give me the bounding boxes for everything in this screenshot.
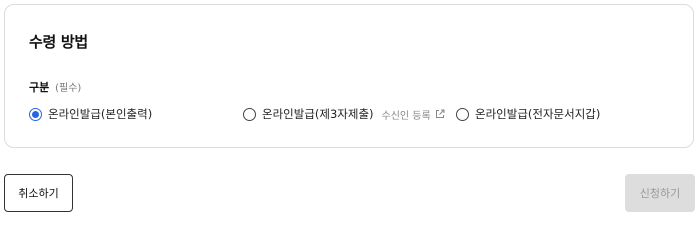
radio-button-self-print[interactable] — [29, 107, 42, 121]
field-label-text: 구분 — [29, 81, 50, 94]
radio-label-e-wallet: 온라인발급(전자문서지갑) — [475, 107, 601, 121]
cancel-button[interactable]: 취소하기 — [4, 174, 73, 212]
radio-button-third-party[interactable] — [243, 107, 256, 121]
radio-option-self-print[interactable]: 온라인발급(본인출력) — [29, 106, 152, 122]
register-recipient-label: 수신인 등록 — [381, 110, 431, 122]
radio-option-e-wallet[interactable]: 온라인발급(전자문서지갑) — [456, 106, 600, 122]
register-recipient-link[interactable]: 수신인 등록 — [382, 107, 445, 122]
section-title: 수령 방법 — [29, 33, 88, 51]
field-label: 구분 (필수) — [29, 79, 81, 95]
required-tag: (필수) — [55, 83, 82, 94]
external-link-icon — [435, 109, 445, 118]
radio-label-self-print: 온라인발급(본인출력) — [48, 107, 153, 121]
receipt-method-card: 수령 방법 구분 (필수) 온라인발급(본인출력) 온라인발급(제3자제출) 수… — [4, 4, 694, 148]
radio-label-third-party: 온라인발급(제3자제출) — [262, 107, 374, 121]
radio-button-e-wallet[interactable] — [456, 107, 469, 121]
apply-button[interactable]: 신청하기 — [625, 174, 695, 212]
radio-option-third-party[interactable]: 온라인발급(제3자제출) 수신인 등록 — [243, 106, 445, 122]
